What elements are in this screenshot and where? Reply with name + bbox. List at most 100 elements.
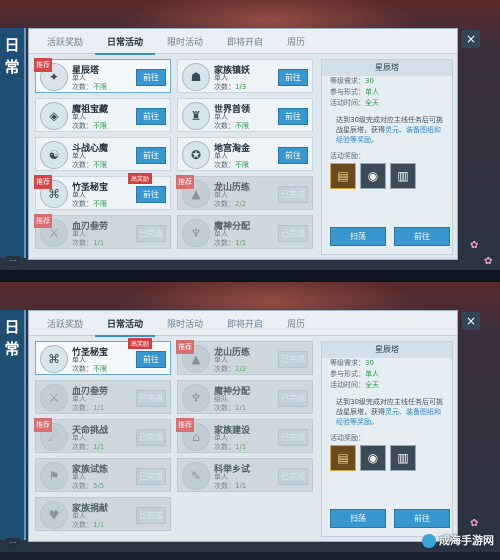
go-button[interactable]: 前往 [278,147,308,164]
detail-description: 达到30级完成对应主线任务后可挑战星辰塔，获得灵元、装备图纸和经验等奖励。 [322,391,452,427]
scroll-icon[interactable]: ▤ [330,163,356,189]
activity-card[interactable]: ✎ 科举乡试 单人 次数：1/1 已完成 [177,458,313,492]
tab-daily[interactable]: 日常活动 [95,29,156,55]
activity-count: 次数：5/5 [72,481,104,491]
go-button[interactable]: 已完成 [278,351,308,368]
go-button[interactable]: 已完成 [136,225,166,242]
tab-active-reward[interactable]: 活跃奖励 [35,311,95,335]
activity-count-label: 次数： [72,521,93,529]
detail-mode-value: 单人 [365,370,379,378]
go-button[interactable]: 前往 [136,69,166,86]
activity-card[interactable]: ▲ 推荐 龙山历练 单人 次数：2/2 已完成 [176,175,313,210]
tab-bar: 活跃奖励 日常活动 限时活动 即将开启 周历 [29,311,457,337]
detail-description: 达到30级完成对应主线任务后可挑战星辰塔，获得灵元、装备图纸和经验等奖励。 [322,109,452,145]
activity-count: 次数：不限 [72,364,107,374]
chat-icon[interactable]: ··· [6,256,20,266]
activity-card[interactable]: ⚔ 血刃叁劳 单人 次数：1/1 已完成 [35,380,171,414]
detail-time-row: 活动时间：全天 [322,380,452,391]
go-button[interactable]: 前往 [394,509,450,528]
bamboo-icon: ⌘ [40,345,68,373]
god-icon: ♆ [182,384,210,412]
detail-time-label: 活动时间： [330,381,365,389]
tab-active-reward[interactable]: 活跃奖励 [35,29,95,53]
go-button[interactable]: 已完成 [278,468,308,485]
go-button[interactable]: 前往 [394,227,450,246]
scroll-icon[interactable]: ▤ [330,445,356,471]
go-button[interactable]: 已完成 [136,390,166,407]
go-button[interactable]: 已完成 [278,186,308,203]
go-button[interactable]: 前往 [278,108,308,125]
activity-card[interactable]: ⌘ 高奖励 竹圣秘宝 单人 次数：不限 前往 [35,338,171,375]
activity-count: 次数：1/1 [72,442,104,452]
recommend-tag: 推荐 [176,418,194,432]
activity-count: 次数：不限 [72,82,107,92]
detail-level-value: 30 [365,359,374,367]
activity-card[interactable]: ☄ 推荐 天命挑战 单人 次数：1/1 已完成 [34,418,171,453]
high-reward-ribbon: 高奖励 [128,173,153,184]
reward-label: 活动奖励： [330,434,365,442]
activity-card[interactable]: ♥ 家族捐献 单人 次数：1/1 已完成 [35,497,171,531]
activity-card[interactable]: ✦ 推荐 星辰塔 单人 次数：不限 前往 [34,58,171,93]
sweep-button[interactable]: 扫荡 [330,227,386,246]
orb-icon[interactable]: ◉ [360,445,386,471]
book-icon[interactable]: ▥ [390,163,416,189]
go-button[interactable]: 前往 [136,147,166,164]
activity-count-label: 次数： [214,122,235,130]
sweep-button[interactable]: 扫荡 [330,509,386,528]
activity-card[interactable]: ✪ 地宫淘金 单人 次数：不限 前往 [177,137,313,171]
activity-card[interactable]: ▲ 推荐 龙山历练 单人 次数：2/2 已完成 [176,340,313,375]
go-button[interactable]: 已完成 [278,225,308,242]
go-button[interactable]: 已完成 [278,429,308,446]
activity-count-value: 1/1 [235,404,247,412]
go-button[interactable]: 前往 [136,186,166,203]
book-icon[interactable]: ▥ [390,445,416,471]
detail-title: 星辰塔 [322,60,452,76]
go-button[interactable]: 前往 [278,69,308,86]
activity-card[interactable]: ⚑ 家族试炼 单人 次数：5/5 已完成 [35,458,171,492]
go-button[interactable]: 已完成 [136,507,166,524]
activity-count-label: 次数： [214,443,235,451]
go-button[interactable]: 已完成 [136,468,166,485]
detail-time-value: 全天 [365,381,379,389]
activity-count-label: 次数： [72,161,93,169]
close-icon[interactable]: × [462,30,480,48]
tab-weekly[interactable]: 周历 [275,29,317,53]
tab-upcoming[interactable]: 即将开启 [215,311,275,335]
go-button[interactable]: 前往 [136,108,166,125]
orb-icon[interactable]: ◉ [360,163,386,189]
close-icon[interactable]: × [462,312,480,330]
blade-icon: ⚔ [40,384,68,412]
activity-window: 活跃奖励 日常活动 限时活动 即将开启 周历 ✦ 推荐 星辰塔 单人 次数：不限 前往 ☗ 家… [28,28,458,260]
go-button[interactable]: 已完成 [136,429,166,446]
activity-card[interactable]: ☗ 家族镇妖 单人 次数：1/3 前往 [177,59,313,93]
go-button[interactable]: 已完成 [278,390,308,407]
chat-icon[interactable]: ··· [6,538,20,548]
detail-time-value: 全天 [365,99,379,107]
activity-card[interactable]: ♆ 魔神分配 组队 次数：1/1 已完成 [177,380,313,414]
activity-card[interactable]: ⚔ 推荐 血刃叁劳 单人 次数：1/1 已完成 [34,214,171,249]
tab-limited[interactable]: 限时活动 [155,29,215,53]
tab-daily[interactable]: 日常活动 [95,311,156,337]
activity-count-label: 次数： [72,404,93,412]
activity-count: 次数：2/2 [214,199,246,209]
activity-count-value: 不限 [93,200,107,208]
detail-mode-label: 参与形式： [330,370,365,378]
activity-count: 次数：1/1 [72,403,104,413]
activity-card[interactable]: ♆ 魔神分配 单人 次数：1/1 已完成 [177,215,313,249]
tab-upcoming[interactable]: 即将开启 [215,29,275,53]
tab-weekly[interactable]: 周历 [275,311,317,335]
detail-mode-row: 参与形式：单人 [322,87,452,98]
activity-count-label: 次数： [72,200,93,208]
activity-card[interactable]: ⌂ 推荐 家族建设 单人 次数：1/1 已完成 [176,418,313,453]
activity-card[interactable]: ♜ 世界首领 单人 次数：不限 前往 [177,98,313,132]
go-button[interactable]: 前往 [136,351,166,368]
activity-card[interactable]: ⌘ 推荐 高奖励 竹圣秘宝 单人 次数：不限 前往 [34,173,171,210]
tab-limited[interactable]: 限时活动 [155,311,215,335]
activity-count-label: 次数： [214,239,235,247]
detail-title: 星辰塔 [322,342,452,358]
detail-time-label: 活动时间： [330,99,365,107]
activity-card[interactable]: ☯ 斗战心魔 单人 次数：不限 前往 [35,137,171,171]
activity-card[interactable]: ◈ 魔祖宝藏 单人 次数：不限 前往 [35,98,171,132]
activity-count: 次数：2/2 [214,364,246,374]
watermark-text: 成海手游网 [439,534,494,547]
